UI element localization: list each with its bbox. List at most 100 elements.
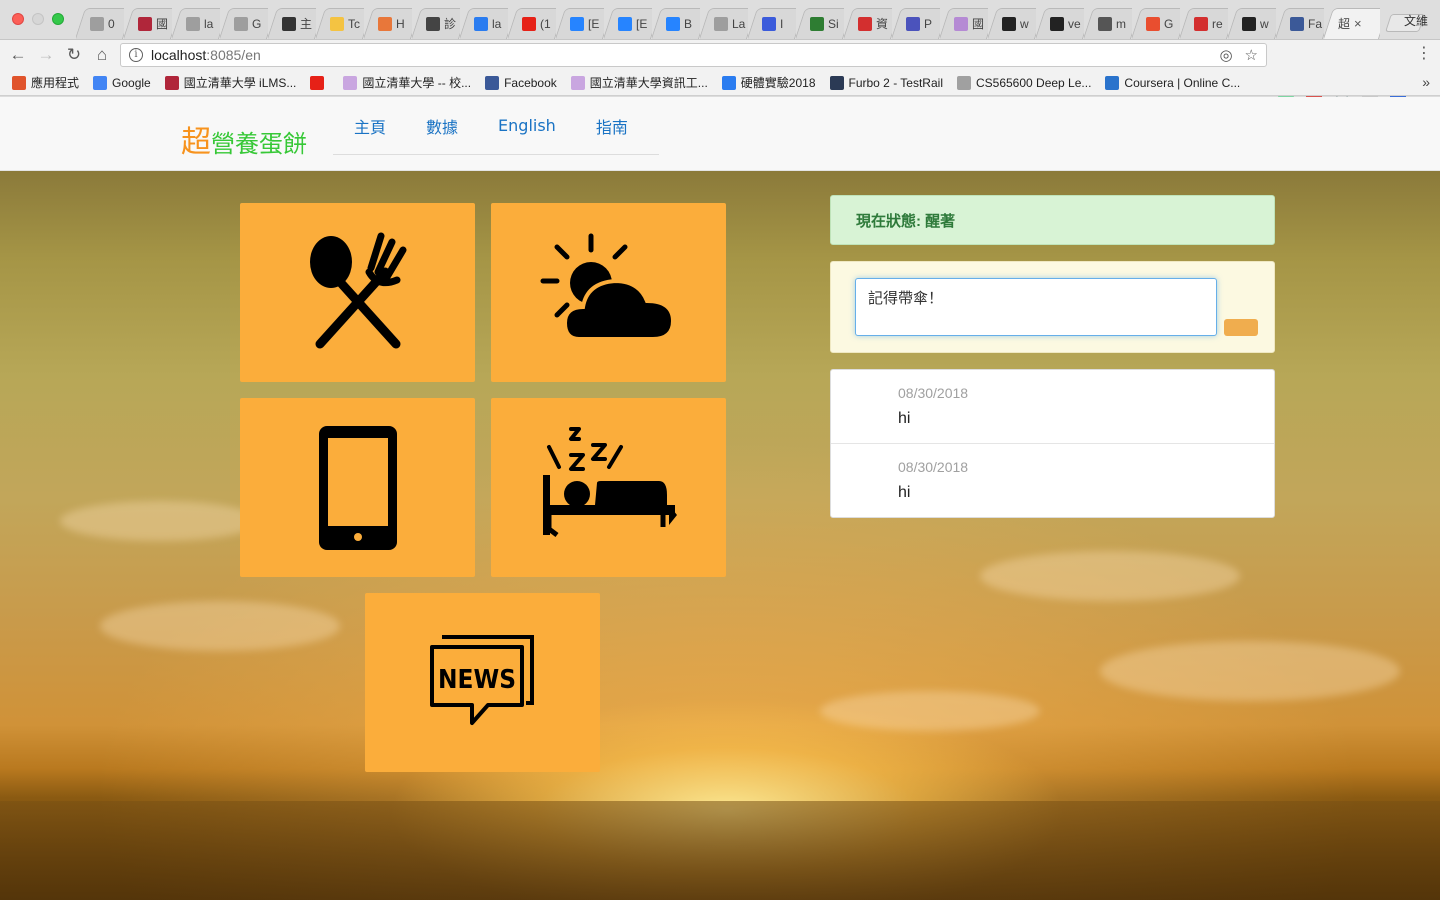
tab-label: Tc bbox=[348, 16, 360, 31]
tab-favicon-icon bbox=[474, 16, 488, 31]
tab-label: 主 bbox=[300, 17, 313, 31]
tab-favicon-icon bbox=[762, 16, 776, 31]
bookmark-star-icon[interactable]: ☆ bbox=[1245, 46, 1258, 64]
browser-tab[interactable]: B bbox=[652, 8, 700, 39]
tab-label: 0 bbox=[108, 16, 115, 31]
message-text: hi bbox=[898, 410, 911, 427]
browser-tab[interactable]: G bbox=[220, 8, 268, 39]
browser-tab[interactable]: P bbox=[892, 8, 940, 39]
bookmark-favicon-icon bbox=[93, 75, 108, 90]
submit-note-button[interactable] bbox=[1224, 319, 1258, 336]
weather-tile[interactable] bbox=[491, 203, 726, 382]
tab-label: Fa bbox=[1308, 16, 1323, 31]
list-item: 08/30/2018 hi bbox=[831, 370, 1274, 444]
tab-favicon-icon bbox=[618, 16, 632, 31]
status-text: 現在狀態: 醒著 bbox=[856, 212, 956, 230]
tab-label: H bbox=[396, 16, 405, 31]
bookmark-favicon-icon bbox=[343, 75, 358, 90]
note-compose-panel bbox=[830, 261, 1275, 353]
location-target-icon[interactable]: ◎ bbox=[1219, 46, 1232, 64]
bookmark-item[interactable]: CS565600 Deep Le... bbox=[956, 75, 1091, 90]
tab-label: Si bbox=[828, 16, 839, 31]
browser-tab[interactable]: I bbox=[748, 8, 796, 39]
bookmark-label: Coursera | Online C... bbox=[1124, 75, 1241, 90]
tab-label: 診 bbox=[444, 17, 457, 31]
nav-link-data[interactable]: 數據 bbox=[405, 114, 477, 138]
tab-label: 超 bbox=[1338, 17, 1351, 31]
brand-first-char: 超 bbox=[181, 125, 211, 160]
nav-link-home[interactable]: 主頁 bbox=[333, 114, 405, 138]
message-date: 08/30/2018 bbox=[898, 459, 969, 475]
brand-logo[interactable]: 超營養蛋餅 bbox=[181, 117, 307, 161]
reload-icon[interactable]: ↻ bbox=[64, 45, 84, 65]
browser-tab[interactable]: 0 bbox=[76, 8, 124, 39]
bookmark-item[interactable]: 硬體實驗2018 bbox=[721, 74, 816, 91]
news-icon: NEWS bbox=[429, 634, 534, 725]
tab-label: (1 bbox=[540, 16, 551, 31]
bookmark-label: 國立清華大學 -- 校... bbox=[362, 76, 472, 90]
more-bookmarks-icon[interactable]: » bbox=[1422, 74, 1430, 90]
close-tab-icon[interactable]: × bbox=[1354, 16, 1362, 31]
browser-tab[interactable]: 資 bbox=[844, 8, 892, 39]
nav-link-english[interactable]: English bbox=[477, 116, 575, 135]
minimize-window-button[interactable] bbox=[32, 13, 44, 25]
forward-arrow-icon[interactable]: → bbox=[36, 45, 56, 65]
browser-tab[interactable]: (1 bbox=[508, 8, 556, 39]
note-input[interactable] bbox=[855, 278, 1217, 336]
browser-tab[interactable]: Si bbox=[796, 8, 844, 39]
site-info-icon[interactable]: i bbox=[129, 48, 143, 62]
tab-favicon-icon bbox=[714, 16, 728, 31]
brand-rest: 營養蛋餅 bbox=[211, 130, 307, 158]
food-tile[interactable] bbox=[240, 203, 475, 382]
maximize-window-button[interactable] bbox=[52, 13, 64, 25]
message-text: hi bbox=[898, 484, 911, 501]
browser-tab[interactable]: 主 bbox=[268, 8, 316, 39]
browser-tab[interactable]: w bbox=[988, 8, 1036, 39]
address-bar[interactable]: i localhost:8085/en ◎ ☆ bbox=[120, 43, 1267, 67]
browser-tab[interactable]: re bbox=[1180, 8, 1228, 39]
tab-favicon-icon bbox=[282, 16, 296, 31]
browser-tab[interactable]: Fa bbox=[1276, 8, 1324, 39]
bookmark-favicon-icon bbox=[12, 75, 26, 90]
bookmark-item[interactable]: Furbo 2 - TestRail bbox=[829, 75, 943, 90]
tab-label: [E bbox=[588, 16, 600, 31]
browser-tab[interactable]: ve bbox=[1036, 8, 1084, 39]
browser-tab[interactable]: La bbox=[700, 8, 748, 39]
phone-tile[interactable] bbox=[240, 398, 475, 577]
browser-tab[interactable]: 國 bbox=[124, 8, 172, 39]
url-path: :8085/en bbox=[206, 47, 261, 63]
nav-link-guide[interactable]: 指南 bbox=[575, 114, 647, 138]
message-date: 08/30/2018 bbox=[898, 385, 969, 401]
browser-tab-active[interactable]: 超 × bbox=[1324, 8, 1380, 39]
browser-tabstrip: 0 國 la G 主 Tc H 診 la (1 [E [E B La I Si 資 P 國 w ve m Gre w Fa 超 × … bbox=[0, 0, 1440, 40]
sleep-tile[interactable] bbox=[491, 398, 726, 577]
browser-tab[interactable]: la bbox=[460, 8, 508, 39]
bookmark-item[interactable] bbox=[310, 75, 329, 90]
browser-tab[interactable]: G bbox=[1132, 8, 1180, 39]
browser-tab[interactable]: m bbox=[1084, 8, 1132, 39]
browser-tab[interactable]: 診 bbox=[412, 8, 460, 39]
browser-tab[interactable]: H bbox=[364, 8, 412, 39]
browser-tab[interactable]: w bbox=[1228, 8, 1276, 39]
bookmarks-bar: 應用程式 Google 國立清華大學 iLMS... 國立清華大學 -- 校... Fa… bbox=[0, 70, 1440, 96]
tab-label: la bbox=[204, 16, 214, 31]
bookmark-item[interactable]: 國立清華大學 iLMS... bbox=[164, 74, 296, 91]
home-icon[interactable]: ⌂ bbox=[92, 45, 112, 65]
close-window-button[interactable] bbox=[12, 13, 24, 25]
news-tile[interactable]: NEWS bbox=[365, 593, 600, 772]
bookmark-item[interactable]: 國立清華大學 -- 校... bbox=[343, 74, 471, 91]
back-arrow-icon[interactable]: ← bbox=[8, 45, 28, 65]
bookmark-item[interactable]: 國立清華大學資訊工... bbox=[570, 74, 708, 91]
browser-tab[interactable]: la bbox=[172, 8, 220, 39]
bookmark-item[interactable]: 應用程式 bbox=[12, 74, 79, 91]
bookmark-item[interactable]: Facebook bbox=[485, 75, 557, 90]
browser-tab[interactable]: 國 bbox=[940, 8, 988, 39]
browser-tab[interactable]: [E bbox=[556, 8, 604, 39]
browser-tab[interactable]: [E bbox=[604, 8, 652, 39]
bookmark-item[interactable]: Google bbox=[93, 75, 151, 90]
browser-tab[interactable]: Tc bbox=[316, 8, 364, 39]
menu-dots-icon[interactable]: ⋮ bbox=[1414, 44, 1434, 64]
bookmark-item[interactable]: Coursera | Online C... bbox=[1105, 75, 1241, 90]
profile-name[interactable]: 文維 bbox=[1404, 12, 1428, 29]
tab-label: G bbox=[252, 16, 262, 31]
